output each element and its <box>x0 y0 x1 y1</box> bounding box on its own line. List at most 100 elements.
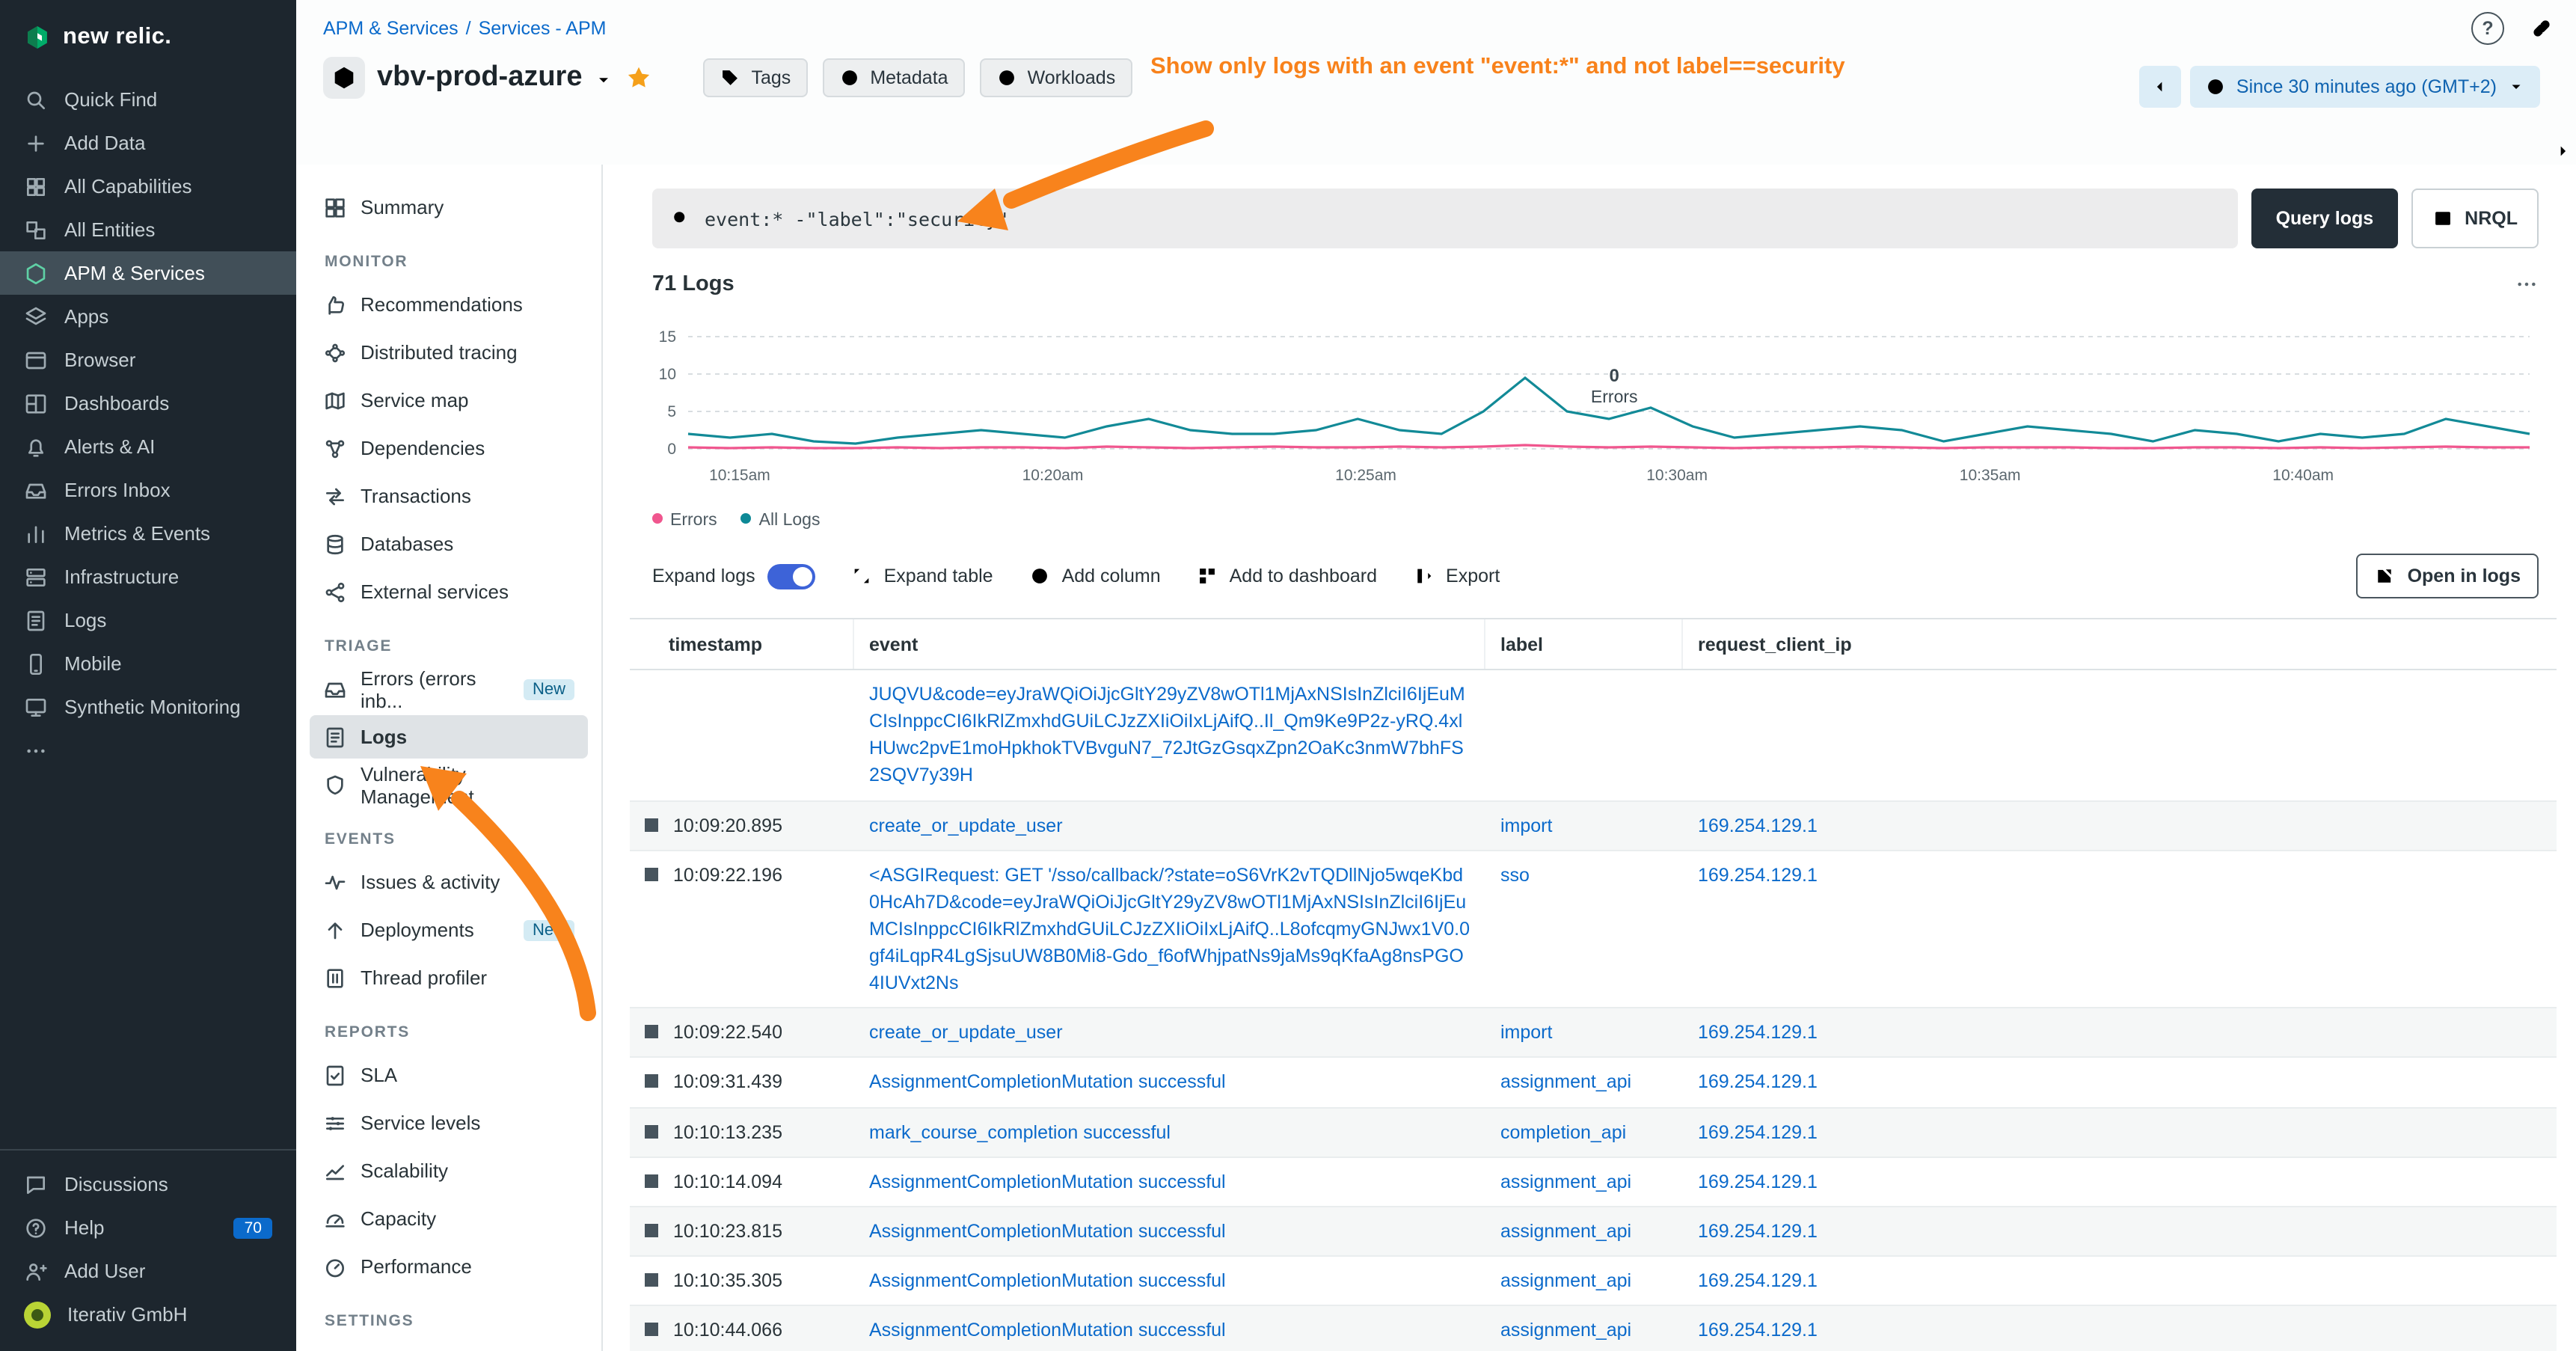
query-logs-button[interactable]: Query logs <box>2252 189 2398 248</box>
sidebar-item-logs[interactable]: Logs <box>0 598 296 642</box>
breadcrumb-link-apm-services[interactable]: APM & Services <box>323 18 459 39</box>
entity-nav-item-summary[interactable]: Summary <box>310 186 588 229</box>
sidebar-item-alerts-ai[interactable]: Alerts & AI <box>0 425 296 468</box>
entity-nav-item-deployments[interactable]: DeploymentsNew <box>310 908 588 952</box>
sidebar-item-all-capabilities[interactable]: All Capabilities <box>0 165 296 208</box>
permalink-icon[interactable] <box>2528 15 2555 42</box>
sidebar-item-synthetic-monitoring[interactable]: Synthetic Monitoring <box>0 685 296 729</box>
log-label-link[interactable]: completion_api <box>1485 1108 1683 1156</box>
log-row[interactable]: 10:09:22.540 create_or_update_user impor… <box>630 1009 2557 1059</box>
chevron-down-icon[interactable] <box>595 70 614 90</box>
sidebar-item-account[interactable]: Iterativ GmbH <box>0 1293 296 1336</box>
log-ip-link[interactable]: 169.254.129.1 <box>1683 1207 2557 1255</box>
log-event-link[interactable]: create_or_update_user <box>854 801 1485 849</box>
add-to-dashboard-button[interactable]: Add to dashboard <box>1197 566 1377 586</box>
log-event-link[interactable]: <ASGIRequest: GET '/sso/callback/?state=… <box>854 851 1485 1007</box>
entity-nav-item-capacity[interactable]: Capacity <box>310 1197 588 1240</box>
log-label-link[interactable]: assignment_api <box>1485 1207 1683 1255</box>
log-label-link[interactable] <box>1485 670 1683 691</box>
sidebar-item-metrics-events[interactable]: Metrics & Events <box>0 512 296 555</box>
sidebar-item-quick-find[interactable]: Quick Find <box>0 78 296 121</box>
sidebar-item-errors-inbox[interactable]: Errors Inbox <box>0 468 296 512</box>
log-event-link[interactable]: AssignmentCompletionMutation successful <box>854 1257 1485 1305</box>
legend-errors[interactable]: Errors <box>652 512 717 530</box>
clear-query-icon[interactable] <box>2200 208 2221 229</box>
sidebar-item-mobile[interactable]: Mobile <box>0 642 296 685</box>
entity-nav-item-service-map[interactable]: Service map <box>310 379 588 422</box>
sidebar-item-help[interactable]: Help70 <box>0 1206 296 1249</box>
sidebar-item-browser[interactable]: Browser <box>0 338 296 382</box>
log-event-link[interactable]: AssignmentCompletionMutation successful <box>854 1306 1485 1351</box>
column-header-event[interactable]: event <box>854 619 1485 669</box>
column-header-request-client-ip[interactable]: request_client_ip <box>1683 619 2557 669</box>
log-row[interactable]: 10:10:44.066 AssignmentCompletionMutatio… <box>630 1306 2557 1351</box>
column-header-timestamp[interactable]: timestamp <box>630 619 854 669</box>
expand-table-button[interactable]: Expand table <box>851 566 993 586</box>
column-header-label[interactable]: label <box>1485 619 1683 669</box>
favorite-star-icon[interactable] <box>626 64 653 91</box>
entity-nav-item-performance[interactable]: Performance <box>310 1245 588 1288</box>
log-label-link[interactable]: assignment_api <box>1485 1059 1683 1106</box>
entity-nav-item-issues-activity[interactable]: Issues & activity <box>310 860 588 904</box>
time-back-button[interactable] <box>2139 66 2181 108</box>
sidebar-item-dashboards[interactable]: Dashboards <box>0 382 296 425</box>
log-label-link[interactable]: assignment_api <box>1485 1257 1683 1305</box>
sidebar-item-add-data[interactable]: Add Data <box>0 121 296 165</box>
log-ip-link[interactable]: 169.254.129.1 <box>1683 851 2557 898</box>
sidebar-item-all-entities[interactable]: All Entities <box>0 208 296 251</box>
log-ip-link[interactable] <box>1683 670 2557 691</box>
log-search-input[interactable]: event:* -"label":"security" <box>652 189 2239 248</box>
export-button[interactable]: Export <box>1413 566 1500 586</box>
time-range-picker[interactable]: Since 30 minutes ago (GMT+2) <box>2190 66 2540 108</box>
log-event-link[interactable]: mark_course_completion successful <box>854 1108 1485 1156</box>
entity-nav-item-distributed-tracing[interactable]: Distributed tracing <box>310 331 588 374</box>
log-label-link[interactable]: import <box>1485 801 1683 849</box>
log-ip-link[interactable]: 169.254.129.1 <box>1683 1009 2557 1057</box>
log-event-link[interactable]: AssignmentCompletionMutation successful <box>854 1157 1485 1205</box>
log-row[interactable]: 10:10:13.235 mark_course_completion succ… <box>630 1108 2557 1157</box>
log-event-link[interactable]: AssignmentCompletionMutation successful <box>854 1059 1485 1106</box>
log-ip-link[interactable]: 169.254.129.1 <box>1683 801 2557 849</box>
entity-nav-item-logs[interactable]: Logs <box>310 715 588 759</box>
log-row[interactable]: 10:09:22.196 <ASGIRequest: GET '/sso/cal… <box>630 851 2557 1008</box>
entity-nav-item-dependencies[interactable]: Dependencies <box>310 426 588 470</box>
entity-nav-item-databases[interactable]: Databases <box>310 522 588 566</box>
log-ip-link[interactable]: 169.254.129.1 <box>1683 1059 2557 1106</box>
entity-nav-item-recommendations[interactable]: Recommendations <box>310 283 588 326</box>
entity-nav-item-transactions[interactable]: Transactions <box>310 474 588 518</box>
sidebar-item-apps[interactable]: Apps <box>0 295 296 338</box>
log-row[interactable]: 10:09:31.439 AssignmentCompletionMutatio… <box>630 1059 2557 1108</box>
metadata-button[interactable]: Metadata <box>822 58 964 97</box>
log-label-link[interactable]: assignment_api <box>1485 1157 1683 1205</box>
legend-all-logs[interactable]: All Logs <box>741 512 821 530</box>
sidebar-item-more[interactable] <box>0 729 296 772</box>
entity-nav-item-service-levels[interactable]: Service levels <box>310 1101 588 1145</box>
remove-column-icon[interactable] <box>820 635 838 653</box>
nrql-button[interactable]: NRQL <box>2411 189 2539 248</box>
tags-button[interactable]: Tags <box>704 58 808 97</box>
log-ip-link[interactable]: 169.254.129.1 <box>1683 1157 2557 1205</box>
add-column-button[interactable]: Add column <box>1029 566 1161 586</box>
log-ip-link[interactable]: 169.254.129.1 <box>1683 1108 2557 1156</box>
logs-timeseries-chart[interactable]: 05101510:15am10:20am10:25am10:30am10:35a… <box>652 323 2539 506</box>
new-relic-logo[interactable]: new relic. <box>0 0 296 78</box>
entity-nav-item-external-services[interactable]: External services <box>310 570 588 613</box>
log-event-link[interactable]: create_or_update_user <box>854 1009 1485 1057</box>
help-circle-button[interactable]: ? <box>2471 12 2504 45</box>
log-row[interactable]: 10:10:23.815 AssignmentCompletionMutatio… <box>630 1207 2557 1257</box>
remove-column-icon[interactable] <box>1451 635 1469 653</box>
log-row[interactable]: 10:10:35.305 AssignmentCompletionMutatio… <box>630 1257 2557 1306</box>
remove-column-icon[interactable] <box>1649 635 1666 653</box>
entity-nav-item-thread-profiler[interactable]: Thread profiler <box>310 956 588 999</box>
workloads-button[interactable]: Workloads <box>980 58 1132 97</box>
expand-logs-toggle[interactable] <box>767 563 815 589</box>
sidebar-item-infrastructure[interactable]: Infrastructure <box>0 555 296 598</box>
log-label-link[interactable]: assignment_api <box>1485 1306 1683 1351</box>
time-forward-button[interactable] <box>2552 141 2573 166</box>
remove-column-icon[interactable] <box>2524 635 2542 653</box>
breadcrumb-link-services-apm[interactable]: Services - APM <box>479 18 607 39</box>
sidebar-item-add-user[interactable]: Add User <box>0 1249 296 1293</box>
open-in-logs-button[interactable]: Open in logs <box>2357 554 2539 598</box>
log-row[interactable]: 10:10:14.094 AssignmentCompletionMutatio… <box>630 1157 2557 1207</box>
log-label-link[interactable]: import <box>1485 1009 1683 1057</box>
